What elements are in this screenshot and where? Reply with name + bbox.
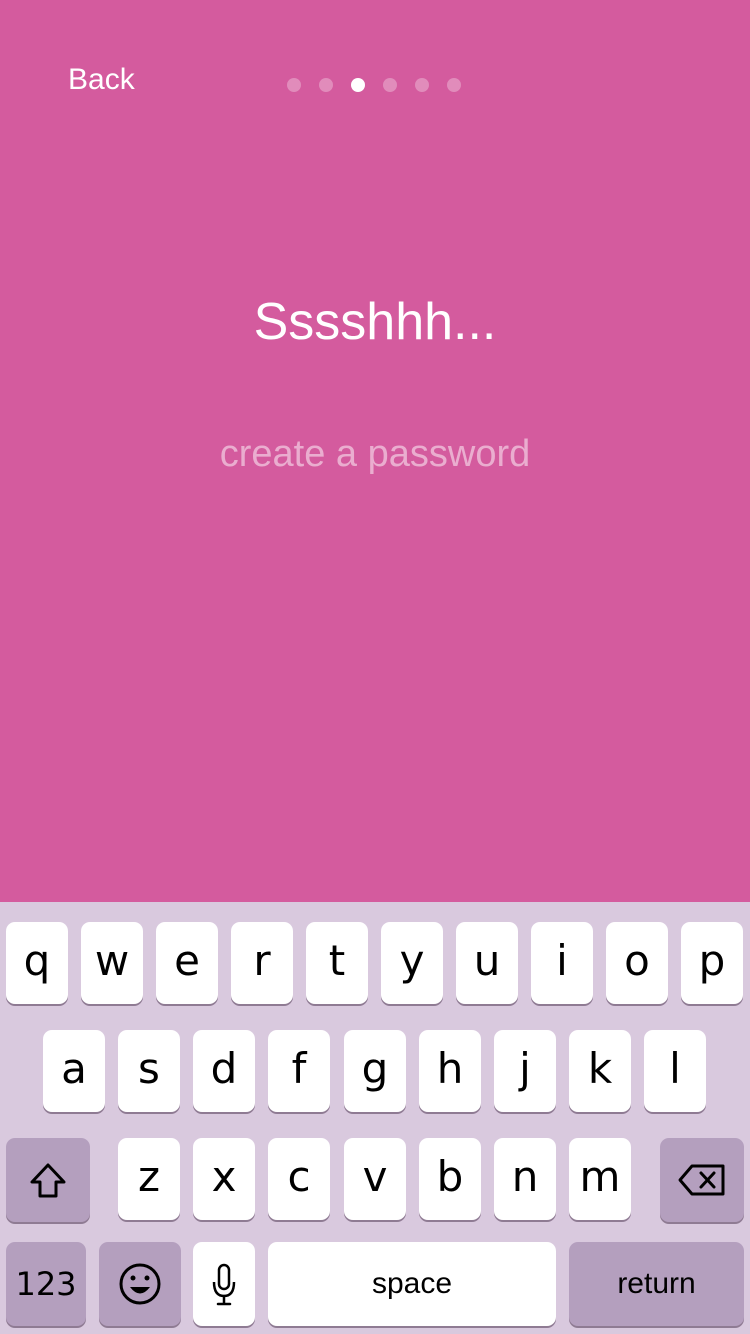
key-v[interactable]: v — [344, 1138, 406, 1220]
key-b[interactable]: b — [419, 1138, 481, 1220]
key-c[interactable]: c — [268, 1138, 330, 1220]
delete-key[interactable] — [660, 1138, 744, 1222]
key-k[interactable]: k — [569, 1030, 631, 1112]
password-input[interactable]: create a password — [100, 428, 650, 480]
key-n[interactable]: n — [494, 1138, 556, 1220]
key-i[interactable]: i — [531, 922, 593, 1004]
key-y[interactable]: y — [381, 922, 443, 1004]
key-o[interactable]: o — [606, 922, 668, 1004]
page-dot-3-active — [351, 78, 365, 92]
page-title: Sssshhh... — [253, 293, 497, 351]
key-s[interactable]: s — [118, 1030, 180, 1112]
numbers-key[interactable]: 123 — [6, 1242, 86, 1326]
page-dot-4 — [383, 78, 397, 92]
back-button[interactable]: Back — [68, 60, 135, 100]
key-e[interactable]: e — [156, 922, 218, 1004]
key-u[interactable]: u — [456, 922, 518, 1004]
shift-icon — [30, 1163, 66, 1198]
key-w[interactable]: w — [81, 922, 143, 1004]
signup-screen: Back Sssshhh... create a password — [0, 0, 750, 902]
key-d[interactable]: d — [193, 1030, 255, 1112]
key-l[interactable]: l — [644, 1030, 706, 1112]
page-dot-6 — [447, 78, 461, 92]
key-z[interactable]: z — [118, 1138, 180, 1220]
on-screen-keyboard: q w e r t y u i o p a s d f g h j k l z … — [0, 902, 750, 1334]
key-a[interactable]: a — [43, 1030, 105, 1112]
emoji-key[interactable] — [99, 1242, 181, 1326]
space-key[interactable]: space — [268, 1242, 556, 1326]
page-dot-2 — [319, 78, 333, 92]
microphone-icon — [212, 1263, 236, 1306]
pagination-dots — [287, 78, 461, 92]
key-x[interactable]: x — [193, 1138, 255, 1220]
key-p[interactable]: p — [681, 922, 743, 1004]
key-h[interactable]: h — [419, 1030, 481, 1112]
shift-key[interactable] — [6, 1138, 90, 1222]
key-g[interactable]: g — [344, 1030, 406, 1112]
key-j[interactable]: j — [494, 1030, 556, 1112]
key-r[interactable]: r — [231, 922, 293, 1004]
return-key[interactable]: return — [569, 1242, 744, 1326]
key-m[interactable]: m — [569, 1138, 631, 1220]
page-dot-5 — [415, 78, 429, 92]
key-f[interactable]: f — [268, 1030, 330, 1112]
backspace-icon — [678, 1164, 725, 1196]
dictation-key[interactable] — [193, 1242, 255, 1326]
page-dot-1 — [287, 78, 301, 92]
key-t[interactable]: t — [306, 922, 368, 1004]
emoji-icon — [119, 1263, 161, 1305]
key-q[interactable]: q — [6, 922, 68, 1004]
